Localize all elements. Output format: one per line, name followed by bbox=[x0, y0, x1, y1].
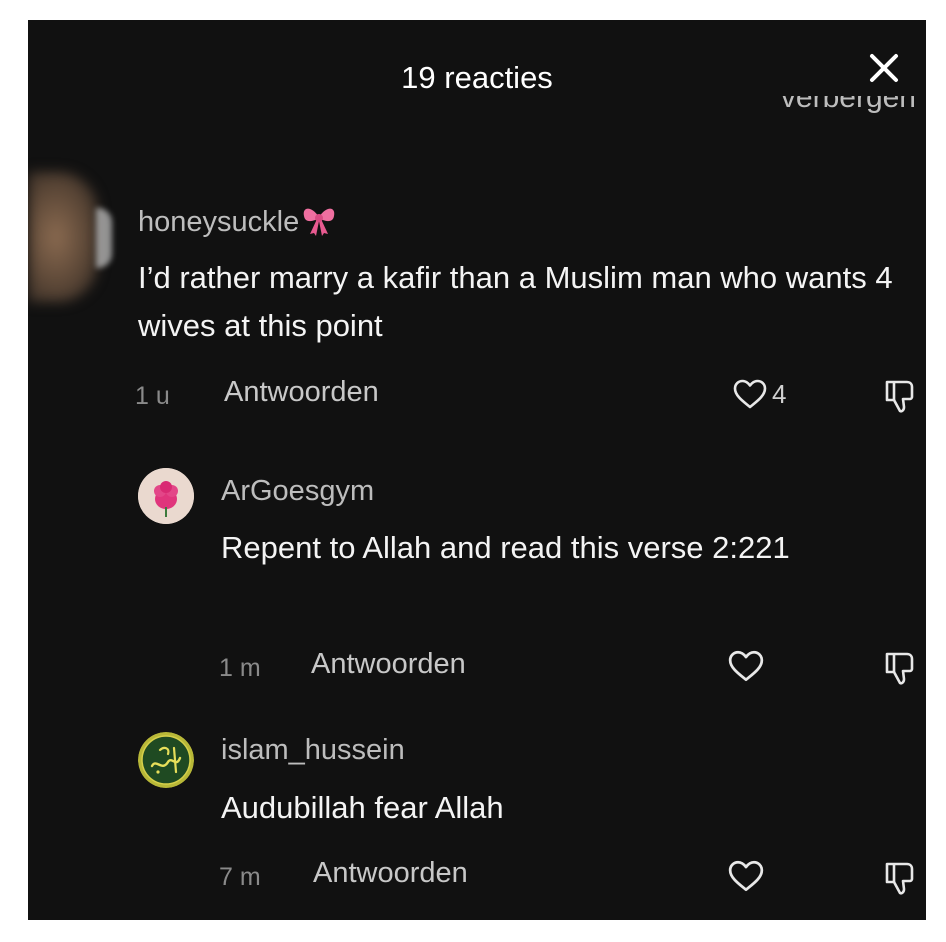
ribbon-bow-emoji-icon bbox=[303, 208, 335, 236]
like-button[interactable] bbox=[727, 856, 765, 896]
comment-username[interactable]: ArGoesgym bbox=[221, 475, 374, 508]
thumbs-down-outline-icon[interactable] bbox=[881, 858, 921, 898]
thumbs-down-outline-icon[interactable] bbox=[881, 648, 921, 688]
username-text: honeysuckle bbox=[138, 206, 300, 238]
heart-outline-icon bbox=[728, 650, 764, 682]
avatar[interactable] bbox=[138, 732, 194, 788]
comment-text: Audubillah fear Allah bbox=[221, 790, 504, 825]
avatar-edge bbox=[96, 208, 112, 268]
like-count: 4 bbox=[772, 378, 787, 409]
comment-timestamp: 1 m bbox=[219, 654, 261, 682]
avatar[interactable] bbox=[138, 468, 194, 524]
close-icon[interactable] bbox=[864, 48, 904, 88]
comment-timestamp: 1 u bbox=[135, 382, 170, 410]
comment-text: Repent to Allah and read this verse 2:22… bbox=[221, 530, 790, 565]
heart-outline-icon bbox=[728, 860, 764, 892]
reply-button[interactable]: Antwoorden bbox=[313, 857, 468, 890]
hide-replies-label: verbergen bbox=[780, 96, 916, 114]
reply-button[interactable]: Antwoorden bbox=[311, 648, 466, 681]
thumbs-down-outline-icon[interactable] bbox=[881, 376, 921, 416]
comment-text: I’d rather marry a kafir than a Muslim m… bbox=[138, 260, 893, 343]
comment-username[interactable]: islam_hussein bbox=[221, 734, 405, 767]
like-button[interactable] bbox=[727, 646, 765, 686]
comments-count-title: 19 reacties bbox=[401, 60, 553, 95]
comment-timestamp: 7 m bbox=[219, 863, 261, 891]
flower-avatar-icon bbox=[138, 468, 194, 524]
like-button[interactable]: 4 bbox=[732, 374, 786, 414]
comments-panel: 19 reacties verbergen honeysuckle I’d ra… bbox=[28, 20, 926, 920]
hide-replies-link[interactable]: verbergen bbox=[781, 96, 916, 126]
reply-button[interactable]: Antwoorden bbox=[224, 376, 379, 409]
heart-outline-icon bbox=[733, 379, 767, 409]
comment-username[interactable]: honeysuckle bbox=[138, 203, 337, 239]
calligraphy-avatar-icon bbox=[138, 732, 194, 788]
avatar[interactable] bbox=[28, 172, 98, 302]
